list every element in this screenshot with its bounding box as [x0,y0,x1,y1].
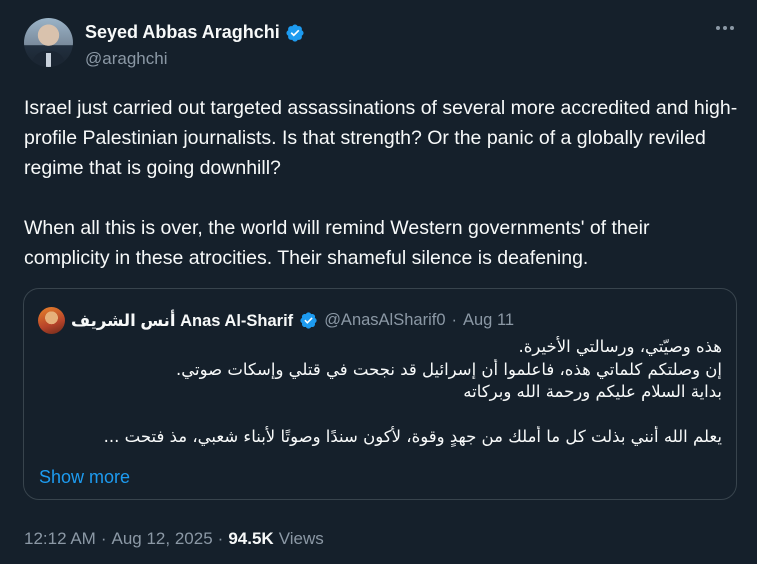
quoted-text-line: بداية السلام عليكم ورحمة الله وبركاته [463,382,722,401]
quoted-tweet-text: هذه وصيّتي، ورسالتي الأخيرة. إن وصلتكم ك… [38,336,722,449]
quoted-author-avatar[interactable] [38,307,65,334]
author-avatar[interactable] [24,18,73,67]
meta-separator: · [217,529,224,548]
views-count[interactable]: 94.5K [228,529,273,549]
quoted-text-line: هذه وصيّتي، ورسالتي الأخيرة. [518,337,722,356]
verified-badge-icon[interactable] [285,23,305,43]
quoted-separator-dot: · [451,311,458,329]
tweet-header: Seyed Abbas Araghchi @araghchi [24,18,737,74]
author-display-name[interactable]: Seyed Abbas Araghchi [85,22,280,43]
quoted-tweet-card[interactable]: أنس الشريف Anas Al-Sharif @AnasAlSharif0… [23,288,737,500]
quoted-author-handle[interactable]: @AnasAlSharif0 [324,311,445,330]
verified-badge-icon[interactable] [299,311,318,330]
tweet-time[interactable]: 12:12 AM [24,529,96,549]
tweet-body-text: Israel just carried out targeted assassi… [24,97,738,269]
quoted-tweet-date[interactable]: Aug 11 [463,311,514,330]
quoted-text-line: يعلم الله أنني بذلت كل ما أملك من جهدٍ و… [103,427,722,446]
meta-separator: · [100,529,107,548]
views-label: Views [278,529,324,548]
author-name-row: Seyed Abbas Araghchi [85,22,305,43]
quoted-author-display-name[interactable]: أنس الشريف Anas Al-Sharif [71,311,293,331]
quoted-tweet-header: أنس الشريف Anas Al-Sharif @AnasAlSharif0… [38,307,514,334]
avatar-tie-shape [46,53,51,67]
tweet-date[interactable]: Aug 12, 2025 [112,529,213,549]
author-handle[interactable]: @araghchi [85,49,167,69]
show-more-link[interactable]: Show more [39,467,130,488]
quoted-text-blank-line [38,404,722,427]
more-options-icon[interactable] [713,18,737,38]
tweet-meta: 12:12 AM · Aug 12, 2025 · 94.5K Views [24,529,324,549]
quoted-text-line: إن وصلتكم كلماتي هذه، فاعلموا أن إسرائيل… [176,359,722,379]
